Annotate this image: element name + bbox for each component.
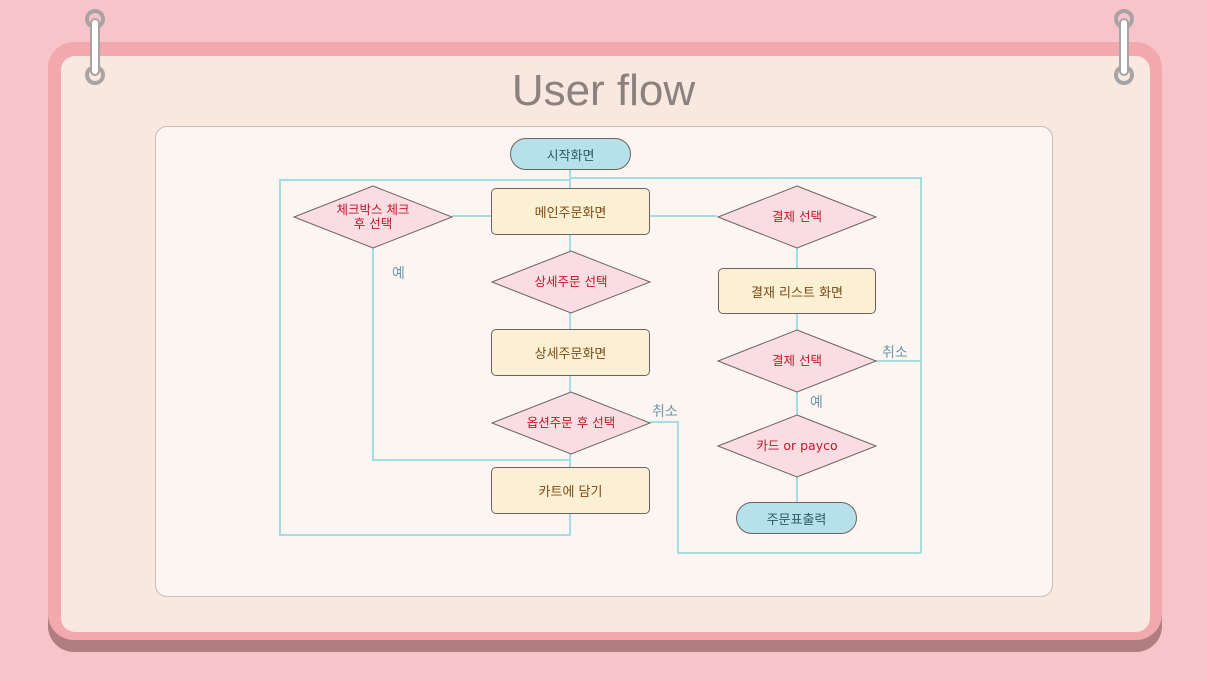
decision-detail-label: 상세주문 선택	[534, 274, 608, 289]
start-node: 시작화면	[510, 138, 631, 170]
edge-label-payment-cancel: 취소	[882, 345, 908, 361]
payment-list-node: 결재 리스트 화면	[718, 268, 876, 314]
main-order-node: 메인주문화면	[491, 188, 650, 235]
decision-option-label: 옵션주문 후 선택	[526, 415, 616, 430]
decision-payment2-label: 결제 선택	[772, 353, 822, 368]
edge-label-option-cancel: 취소	[652, 404, 678, 420]
edge-label-payment-yes: 예	[810, 395, 823, 411]
print-receipt-node: 주문표출력	[736, 502, 857, 534]
add-cart-node: 카트에 담기	[491, 467, 650, 514]
edge-label-checkbox-yes: 예	[392, 266, 405, 282]
decision-payment1-label: 결제 선택	[772, 209, 822, 224]
decision-card-label: 카드 or payco	[756, 438, 838, 453]
decision-checkbox-label: 체크박스 체크 후 선택	[336, 202, 410, 231]
detail-screen-node: 상세주문화면	[491, 329, 650, 376]
